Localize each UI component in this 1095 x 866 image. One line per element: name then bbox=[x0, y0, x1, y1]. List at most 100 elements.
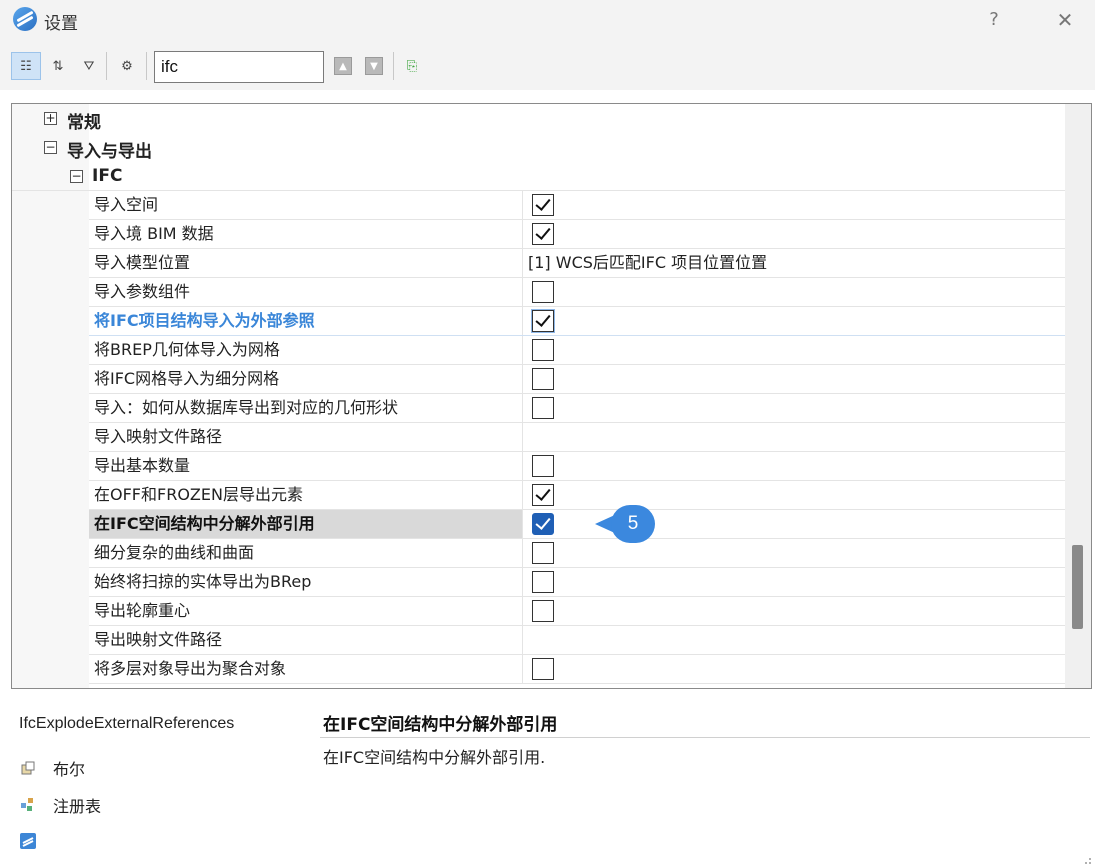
property-name: 在OFF和FROZEN层导出元素 bbox=[89, 481, 523, 509]
property-value[interactable] bbox=[524, 452, 1065, 480]
property-value[interactable] bbox=[524, 365, 1065, 393]
property-value[interactable] bbox=[524, 278, 1065, 306]
registry-icon bbox=[19, 796, 37, 814]
expand-icon[interactable]: + bbox=[44, 112, 57, 125]
property-checkbox[interactable] bbox=[532, 223, 554, 245]
property-name: 将多层对象导出为聚合对象 bbox=[89, 655, 523, 683]
title-bar: 设置 ? ✕ bbox=[0, 0, 1095, 42]
next-match-button[interactable]: ▼ bbox=[365, 57, 383, 75]
property-checkbox[interactable] bbox=[532, 397, 554, 419]
property-value[interactable] bbox=[524, 394, 1065, 422]
type-row: 布尔 bbox=[19, 757, 85, 779]
property-checkbox[interactable] bbox=[532, 600, 554, 622]
property-value[interactable] bbox=[524, 626, 1065, 654]
property-checkbox[interactable] bbox=[532, 281, 554, 303]
property-value-text: [1] WCS后匹配IFC 项目位置位置 bbox=[528, 253, 768, 272]
property-checkbox[interactable] bbox=[532, 455, 554, 477]
property-row[interactable]: 导入境 BIM 数据 bbox=[89, 220, 1065, 249]
property-row[interactable]: 导入：如何从数据库导出到对应的几何形状 bbox=[89, 394, 1065, 423]
tree-gutter bbox=[12, 104, 89, 688]
property-name: 在IFC空间结构中分解外部引用 bbox=[89, 510, 523, 538]
property-value[interactable] bbox=[524, 423, 1065, 451]
property-value[interactable] bbox=[524, 655, 1065, 683]
property-checkbox[interactable] bbox=[532, 194, 554, 216]
property-name: 将IFC网格导入为细分网格 bbox=[89, 365, 523, 393]
resize-grip-icon[interactable] bbox=[1080, 850, 1092, 864]
toolbar-separator bbox=[146, 52, 147, 80]
collapse-icon[interactable]: − bbox=[70, 170, 83, 183]
property-value[interactable] bbox=[524, 539, 1065, 567]
property-value[interactable] bbox=[524, 220, 1065, 248]
description-text: 在IFC空间结构中分解外部引用. bbox=[323, 748, 546, 767]
categorized-view-icon[interactable]: ☷ bbox=[11, 52, 41, 80]
close-button[interactable]: ✕ bbox=[1045, 6, 1085, 34]
category-label: IFC bbox=[92, 166, 123, 186]
storage-row: 注册表 bbox=[19, 794, 101, 816]
property-row[interactable]: 在IFC空间结构中分解外部引用 bbox=[89, 510, 1065, 539]
property-row[interactable]: 将BREP几何体导入为网格 bbox=[89, 336, 1065, 365]
sort-az-icon[interactable]: ⇅ bbox=[43, 52, 73, 80]
category-label: 导入与导出 bbox=[67, 142, 152, 162]
type-label: 布尔 bbox=[53, 760, 86, 779]
settings-tree-icon[interactable]: ⚙ bbox=[112, 52, 142, 80]
property-checkbox[interactable] bbox=[532, 542, 554, 564]
property-checkbox[interactable] bbox=[532, 339, 554, 361]
property-name: 将BREP几何体导入为网格 bbox=[89, 336, 523, 364]
property-value[interactable]: [1] WCS后匹配IFC 项目位置位置 bbox=[524, 249, 1065, 277]
callout-number: 5 bbox=[611, 505, 655, 543]
property-row[interactable]: 在OFF和FROZEN层导出元素 bbox=[89, 481, 1065, 510]
collapse-icon[interactable]: − bbox=[44, 141, 57, 154]
filter-icon[interactable]: ⛛ bbox=[74, 52, 104, 80]
property-checkbox[interactable] bbox=[532, 513, 554, 535]
property-row[interactable]: 导入空间 bbox=[89, 191, 1065, 220]
property-checkbox[interactable] bbox=[531, 309, 555, 333]
property-row[interactable]: 导入模型位置 [1] WCS后匹配IFC 项目位置位置 bbox=[89, 249, 1065, 278]
property-row[interactable]: 将多层对象导出为聚合对象 bbox=[89, 655, 1065, 684]
property-row[interactable]: 导出轮廓重心 bbox=[89, 597, 1065, 626]
boolean-type-icon bbox=[19, 759, 37, 777]
settings-tree: + 常规 − 导入与导出 − IFC 导入空间 导入境 BIM 数据 导入模型位置 [… bbox=[11, 103, 1092, 689]
search-input[interactable] bbox=[154, 51, 324, 83]
property-row[interactable]: 将IFC网格导入为细分网格 bbox=[89, 365, 1065, 394]
category-import-export[interactable]: − 导入与导出 bbox=[12, 133, 1065, 162]
help-button[interactable]: ? bbox=[974, 6, 1014, 34]
property-name: 始终将扫掠的实体导出为BRep bbox=[89, 568, 523, 596]
property-value[interactable] bbox=[524, 191, 1065, 219]
property-row[interactable]: 细分复杂的曲线和曲面 bbox=[89, 539, 1065, 568]
property-checkbox[interactable] bbox=[532, 484, 554, 506]
property-checkbox[interactable] bbox=[532, 368, 554, 390]
category-general[interactable]: + 常规 bbox=[12, 104, 1065, 133]
property-name: 细分复杂的曲线和曲面 bbox=[89, 539, 523, 567]
property-name: 导出映射文件路径 bbox=[89, 626, 523, 654]
property-checkbox[interactable] bbox=[532, 658, 554, 680]
description-divider bbox=[320, 737, 1090, 738]
property-name: 导入模型位置 bbox=[89, 249, 523, 277]
scrollbar-thumb[interactable] bbox=[1072, 545, 1083, 629]
property-row[interactable]: 将IFC项目结构导入为外部参照 bbox=[89, 307, 1065, 336]
category-label: 常规 bbox=[67, 113, 101, 133]
property-name: 导入：如何从数据库导出到对应的几何形状 bbox=[89, 394, 523, 422]
property-checkbox[interactable] bbox=[532, 571, 554, 593]
storage-label: 注册表 bbox=[53, 797, 102, 816]
property-row[interactable]: 始终将扫掠的实体导出为BRep bbox=[89, 568, 1065, 597]
toolbar-separator bbox=[393, 52, 394, 80]
property-value[interactable] bbox=[524, 568, 1065, 596]
property-row[interactable]: 导出基本数量 bbox=[89, 452, 1065, 481]
property-name: 导出基本数量 bbox=[89, 452, 523, 480]
property-value[interactable] bbox=[524, 336, 1065, 364]
variable-name: IfcExplodeExternalReferences bbox=[19, 715, 235, 732]
export-icon[interactable]: ⎘ bbox=[397, 52, 427, 80]
toolbar-separator bbox=[106, 52, 107, 80]
property-name: 导入参数组件 bbox=[89, 278, 523, 306]
app-logo-icon bbox=[13, 7, 37, 31]
property-name: 导入映射文件路径 bbox=[89, 423, 523, 451]
property-value[interactable] bbox=[524, 597, 1065, 625]
property-row[interactable]: 导入参数组件 bbox=[89, 278, 1065, 307]
app-row bbox=[19, 830, 37, 852]
property-row[interactable]: 导出映射文件路径 bbox=[89, 626, 1065, 655]
property-row[interactable]: 导入映射文件路径 bbox=[89, 423, 1065, 452]
category-ifc[interactable]: − IFC bbox=[12, 162, 1065, 191]
property-name: 导入空间 bbox=[89, 191, 523, 219]
previous-match-button[interactable]: ▲ bbox=[334, 57, 352, 75]
property-value[interactable] bbox=[524, 307, 1065, 335]
